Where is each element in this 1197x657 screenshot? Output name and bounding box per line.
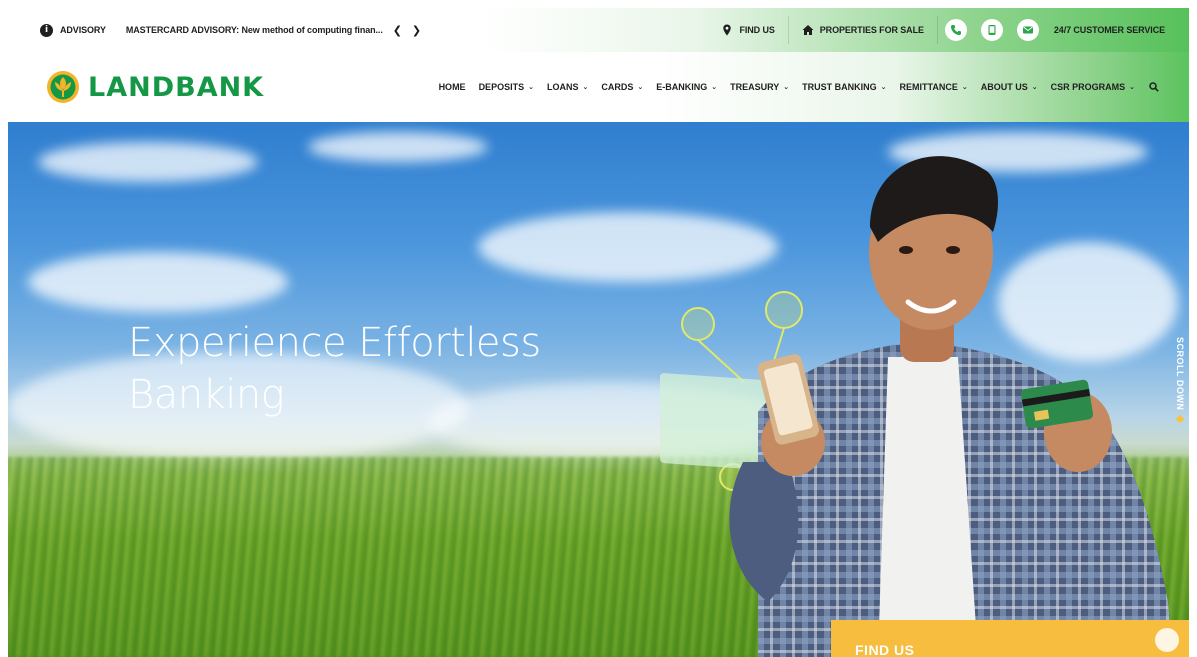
map-pin-icon [723,24,732,36]
advisory-label: ADVISORY [60,25,106,35]
cloud-decoration [38,142,258,182]
nav-item-label: HOME [438,82,466,92]
nav-item-label: DEPOSITS [478,82,525,92]
brand-name: LANDBANK [88,71,265,103]
landbank-logo[interactable]: LANDBANK [46,70,264,104]
chevron-down-icon: ⌄ [711,83,718,91]
main-nav: LANDBANK HOME DEPOSITS ⌄ LOANS ⌄ CARDS ⌄ E-… [8,52,1189,122]
chevron-down-icon: ⌄ [637,83,644,91]
cloud-decoration [308,132,488,162]
chevron-right-icon[interactable]: ❯ [412,24,421,37]
nav-item-label: CSR PROGRAMS [1050,82,1126,92]
chevron-down-icon: ⌄ [1129,83,1135,91]
diamond-icon [1175,415,1185,424]
nav-item-loans[interactable]: LOANS ⌄ [547,82,588,92]
nav-item-label: LOANS [546,82,579,92]
nav-item-label: TRUST BANKING [802,82,877,92]
mobile-button[interactable] [980,19,1003,41]
hero-banner: Experience Effortless Banking SCROLL DOW… [8,122,1189,657]
nav-item-home[interactable]: HOME [439,82,466,92]
nav-item-about-us[interactable]: ABOUT US ⌄ [981,82,1038,92]
find-us-link[interactable]: FIND US [708,8,787,52]
email-button[interactable] [1016,19,1039,41]
nav-item-label: TREASURY [730,82,780,92]
cloud-decoration [28,252,288,312]
hero-headline-line2: Banking [128,372,285,418]
properties-label: PROPERTIES FOR SALE [819,25,924,35]
nav-item-e-banking[interactable]: E-BANKING ⌄ [656,82,717,92]
scroll-down-label: SCROLL DOWN [1175,337,1185,411]
find-us-label: FIND US [739,25,775,35]
chevron-down-icon: ⌄ [961,83,968,91]
mobile-icon [988,25,996,35]
properties-link[interactable]: PROPERTIES FOR SALE [789,8,937,52]
hero-headline: Experience Effortless Banking [128,317,541,421]
find-us-panel[interactable]: FIND US [831,620,1189,657]
nav-item-cards[interactable]: CARDS ⌄ [601,82,643,92]
nav-item-label: E-BANKING [656,82,708,92]
nav-item-label: REMITTANCE [899,82,958,92]
landbank-logo-mark-icon [47,71,79,103]
nav-item-treasury[interactable]: TREASURY ⌄ [730,82,789,92]
search-icon[interactable] [1149,82,1159,92]
nav-item-label: CARDS [601,82,634,92]
divider [936,16,938,44]
hero-person-illustration [660,156,1173,657]
info-icon: i [40,23,53,37]
arrow-right-icon[interactable] [1155,628,1179,652]
chevron-down-icon: ⌄ [582,83,589,91]
chevron-left-icon[interactable]: ❮ [393,24,402,37]
nav-item-remittance[interactable]: REMITTANCE ⌄ [900,82,968,92]
chevron-down-icon: ⌄ [528,83,534,91]
home-icon [802,25,814,35]
nav-item-label: ABOUT US [980,82,1028,92]
nav-item-csr-programs[interactable]: CSR PROGRAMS ⌄ [1051,82,1135,92]
customer-service-link[interactable]: 24/7 CUSTOMER SERVICE [1054,25,1165,35]
chevron-down-icon: ⌄ [880,83,887,91]
chevron-down-icon: ⌄ [1031,83,1038,91]
scroll-down-indicator[interactable]: SCROLL DOWN [1171,337,1189,447]
envelope-icon [1022,26,1033,34]
top-bar: i ADVISORY MASTERCARD ADVISORY: New meth… [8,8,1189,52]
top-links: FIND US PROPERTIES FOR SALE 24/7 CUSTOME… [708,8,1189,52]
advisory-ticker-text[interactable]: MASTERCARD ADVISORY: New method of compu… [126,25,383,35]
nav-menu: HOME DEPOSITS ⌄ LOANS ⌄ CARDS ⌄ E-BANKING ⌄ … [426,52,1159,122]
hero-headline-line1: Experience Effortless [128,320,541,366]
phone-button[interactable] [944,19,967,41]
phone-icon [950,25,961,35]
find-us-panel-label: FIND US [855,642,915,657]
chevron-down-icon: ⌄ [783,83,790,91]
nav-item-deposits[interactable]: DEPOSITS ⌄ [479,82,534,92]
nav-item-trust-banking[interactable]: TRUST BANKING ⌄ [802,82,886,92]
